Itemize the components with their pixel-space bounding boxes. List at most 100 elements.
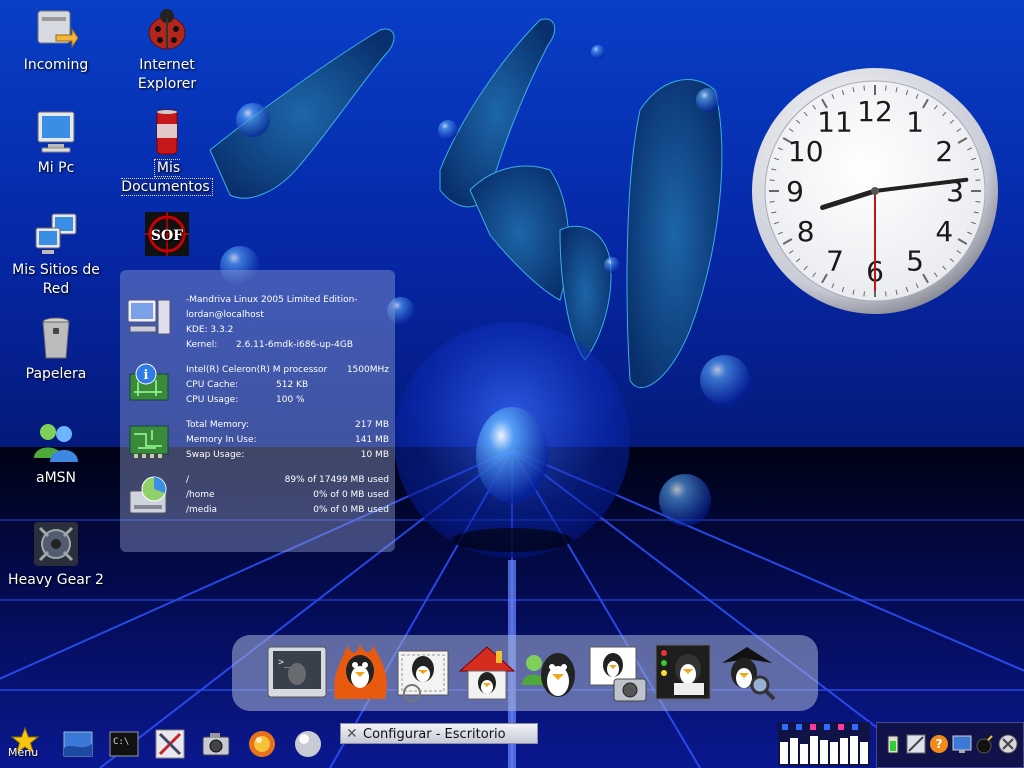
disk-row: /media 0% of 0 MB used xyxy=(186,503,401,518)
svg-text:>_: >_ xyxy=(278,657,291,668)
disk-row: /home 0% of 0 MB used xyxy=(186,488,401,503)
folder-incoming-icon xyxy=(37,10,79,49)
desktop-icon-mis-documentos[interactable]: Mis Documentos xyxy=(111,108,223,197)
memory-in-use-value: 141 MB xyxy=(355,435,389,445)
kernel-label: Kernel: xyxy=(186,340,218,350)
cpu-info: Intel(R) Celeron(R) M processor 1500MHz C… xyxy=(186,363,401,408)
clock-numeral: 7 xyxy=(826,244,844,277)
clock-tick xyxy=(975,179,981,181)
home-tux-icon[interactable] xyxy=(456,641,518,703)
swap-usage-value: 10 MB xyxy=(360,450,389,460)
total-memory-value: 217 MB xyxy=(355,420,389,430)
desktop-icon-amsn[interactable]: aMSN xyxy=(0,418,112,488)
display-settings-icon[interactable] xyxy=(951,733,973,755)
system-info: -Mandriva Linux 2005 Limited Edition- lo… xyxy=(186,293,401,353)
clock-numeral: 4 xyxy=(935,215,953,248)
show-desktop-icon[interactable] xyxy=(62,728,94,760)
desktop-icon-label: Papelera xyxy=(25,366,87,382)
photo-tux-icon[interactable] xyxy=(586,641,648,703)
desktop-icon-label: aMSN xyxy=(35,470,77,486)
clock-numeral: 11 xyxy=(817,106,853,139)
help-icon[interactable]: ? xyxy=(928,733,950,755)
heavy-gear-icon xyxy=(34,522,78,566)
taskbar-window-button[interactable]: ✕ Configurar - Escritorio xyxy=(340,723,538,744)
disk-mount: / xyxy=(186,475,190,485)
memory-chip-icon xyxy=(129,425,169,458)
search-tux-icon[interactable] xyxy=(716,641,778,703)
clock-tick xyxy=(863,85,865,91)
disk-usage-icon xyxy=(129,476,167,514)
disk-usage: 0% of 0 MB used xyxy=(313,490,389,500)
taskbar-window-title: Configurar - Escritorio xyxy=(363,727,506,742)
tools-launcher-icon[interactable] xyxy=(154,728,186,760)
cpu-usage-value: 100 % xyxy=(276,395,305,405)
cpu-name: Intel(R) Celeron(R) M processor xyxy=(186,365,328,375)
network-computers-icon xyxy=(35,213,77,254)
disk-mount: /home xyxy=(186,490,215,500)
clock-numeral: 5 xyxy=(906,244,924,277)
user-host: lordan@localhost xyxy=(186,310,264,320)
disk-usage: 0% of 0 MB used xyxy=(313,505,389,515)
fire-tux-icon[interactable] xyxy=(329,641,391,703)
cpu-usage-label: CPU Usage: xyxy=(186,395,239,405)
start-menu-label[interactable]: Menu xyxy=(8,746,38,759)
clock-tick xyxy=(769,201,775,203)
desktop-icon-label: Incoming xyxy=(23,57,89,73)
system-tray: ? xyxy=(876,722,1024,768)
disk-info: / 89% of 17499 MB used /home 0% of 0 MB us… xyxy=(186,473,401,518)
svg-text:i: i xyxy=(144,368,149,383)
settings-tux-icon[interactable] xyxy=(652,641,714,703)
window-x-icon: ✕ xyxy=(346,726,358,742)
desktop-icon-label: Internet Explorer xyxy=(137,57,197,92)
clock-tick xyxy=(885,85,887,91)
desktop-icon-internet-explorer[interactable]: Internet Explorer xyxy=(111,5,223,94)
clock-tick xyxy=(885,291,887,297)
desktop-icon-label: Mis Sitios de Red xyxy=(12,262,100,297)
disk-row: / 89% of 17499 MB used xyxy=(186,473,401,488)
swap-usage-label: Swap Usage: xyxy=(186,450,245,460)
desktop-icon-label: Heavy Gear 2 xyxy=(8,572,104,588)
clock-numeral: 9 xyxy=(786,175,804,208)
quit-icon[interactable] xyxy=(997,733,1019,755)
desktop-icon-mi-pc[interactable]: Mi Pc xyxy=(0,108,112,178)
network-tools-icon[interactable] xyxy=(905,733,927,755)
battery-icon[interactable] xyxy=(882,733,904,755)
kde-version: KDE: 3.3.2 xyxy=(186,325,234,335)
terminal-launcher-icon[interactable]: C:\ xyxy=(108,728,140,760)
cpu-info-icon: i xyxy=(129,363,169,401)
trash-can-icon xyxy=(42,317,70,359)
msn-buddies-icon xyxy=(34,424,78,462)
soda-can-icon xyxy=(156,109,178,155)
clock-numeral: 8 xyxy=(797,215,815,248)
computer-monitor-icon xyxy=(37,111,75,153)
clock-tick xyxy=(863,291,865,297)
clock-numeral: 2 xyxy=(935,135,953,168)
terminal-icon[interactable]: >_ xyxy=(266,641,328,703)
mail-tux-icon[interactable] xyxy=(392,641,454,703)
application-dock: >_ xyxy=(232,635,818,711)
desktop-icon-mis-sitios-de-red[interactable]: Mis Sitios de Red xyxy=(0,210,112,299)
camera-launcher-icon[interactable] xyxy=(200,728,232,760)
desktop-icon-sof[interactable]: SOF xyxy=(111,210,223,261)
sphere-launcher-icon[interactable] xyxy=(292,728,324,760)
cpu-frequency: 1500MHz xyxy=(346,365,389,375)
clock-numeral: 1 xyxy=(906,106,924,139)
clock-tick xyxy=(769,179,775,181)
desktop-icon-papelera[interactable]: Papelera xyxy=(0,314,112,384)
bomb-icon[interactable] xyxy=(974,733,996,755)
svg-text:C:\: C:\ xyxy=(113,737,129,747)
desktop-icon-heavy-gear-2[interactable]: Heavy Gear 2 xyxy=(0,520,112,590)
firefox-launcher-icon[interactable] xyxy=(246,728,278,760)
svg-text:SOF: SOF xyxy=(151,228,183,244)
clock-numeral: 10 xyxy=(788,135,824,168)
virtual-desktop-pager[interactable] xyxy=(778,722,870,766)
sof-game-icon: SOF xyxy=(145,212,189,256)
analog-clock-widget[interactable]: 12 1234567891011 xyxy=(750,66,1000,316)
clock-tick xyxy=(975,201,981,203)
disk-mount: /media xyxy=(186,505,218,515)
messenger-tux-icon[interactable] xyxy=(520,641,582,703)
cpu-cache-label: CPU Cache: xyxy=(186,380,239,390)
desktop-icon-incoming[interactable]: Incoming xyxy=(0,5,112,75)
memory-info: Total Memory: 217 MB Memory In Use: 141 MB… xyxy=(186,418,401,463)
desktop-icon-label: Mis Documentos xyxy=(121,159,213,196)
